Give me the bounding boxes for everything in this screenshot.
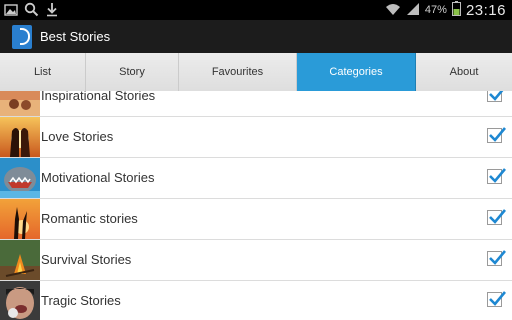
category-checkbox[interactable] xyxy=(487,91,504,102)
category-label: Romantic stories xyxy=(41,211,138,226)
category-list: Inspirational Stories Love Stories Motiv… xyxy=(0,91,512,320)
tab-story[interactable]: Story xyxy=(86,53,179,91)
clock: 23:16 xyxy=(465,1,506,19)
tab-bar: List Story Favourites Categories About xyxy=(0,53,512,91)
checkmark-icon xyxy=(489,209,506,224)
battery-percent: 47% xyxy=(424,4,447,16)
tab-favourites[interactable]: Favourites xyxy=(179,53,297,91)
app-book-icon[interactable] xyxy=(12,24,32,49)
category-thumbnail xyxy=(0,91,40,116)
category-label: Survival Stories xyxy=(41,252,132,267)
category-checkbox[interactable] xyxy=(487,168,506,184)
category-label: Inspirational Stories xyxy=(41,91,156,103)
checkmark-icon xyxy=(489,91,504,101)
category-thumbnail xyxy=(0,117,40,157)
category-checkbox[interactable] xyxy=(487,209,506,225)
tab-list[interactable]: List xyxy=(0,53,86,91)
tab-label: Favourites xyxy=(211,66,264,78)
category-checkbox[interactable] xyxy=(487,291,506,307)
category-checkbox[interactable] xyxy=(487,127,506,143)
category-row-motivational[interactable]: Motivational Stories xyxy=(0,158,512,199)
category-row-love[interactable]: Love Stories xyxy=(0,117,512,158)
checkmark-icon xyxy=(489,291,506,306)
category-row-romantic[interactable]: Romantic stories xyxy=(0,199,512,240)
checkmark-icon xyxy=(489,127,506,142)
tab-label: Categories xyxy=(329,66,383,78)
battery-icon xyxy=(451,1,461,19)
category-row-tragic[interactable]: Tragic Stories xyxy=(0,281,512,320)
status-bar-right: 47% 23:16 xyxy=(385,1,506,19)
category-thumbnail xyxy=(0,240,40,280)
action-bar: Best Stories xyxy=(0,20,512,53)
category-row-survival[interactable]: Survival Stories xyxy=(0,240,512,281)
app-title: Best Stories xyxy=(40,29,111,44)
category-checkbox[interactable] xyxy=(487,250,506,266)
tab-label: Story xyxy=(119,66,145,78)
status-bar-left-icons xyxy=(4,2,59,17)
tab-about[interactable]: About xyxy=(416,53,512,91)
category-label: Tragic Stories xyxy=(41,293,121,308)
tab-label: List xyxy=(33,66,52,78)
category-label: Motivational Stories xyxy=(41,170,155,185)
checkmark-icon xyxy=(489,250,506,265)
category-label: Love Stories xyxy=(41,129,114,144)
category-row-inspirational[interactable]: Inspirational Stories xyxy=(0,91,512,117)
search-icon xyxy=(24,2,39,17)
status-bar: 47% 23:16 xyxy=(0,0,512,20)
category-thumbnail xyxy=(0,158,40,198)
category-thumbnail xyxy=(0,199,40,239)
download-icon xyxy=(45,2,59,17)
signal-icon xyxy=(406,2,420,19)
tab-label: About xyxy=(449,66,479,78)
wifi-icon xyxy=(385,2,401,19)
checkmark-icon xyxy=(489,168,506,183)
gallery-icon xyxy=(4,3,18,17)
category-thumbnail xyxy=(0,281,40,320)
tab-categories[interactable]: Categories xyxy=(297,53,416,91)
